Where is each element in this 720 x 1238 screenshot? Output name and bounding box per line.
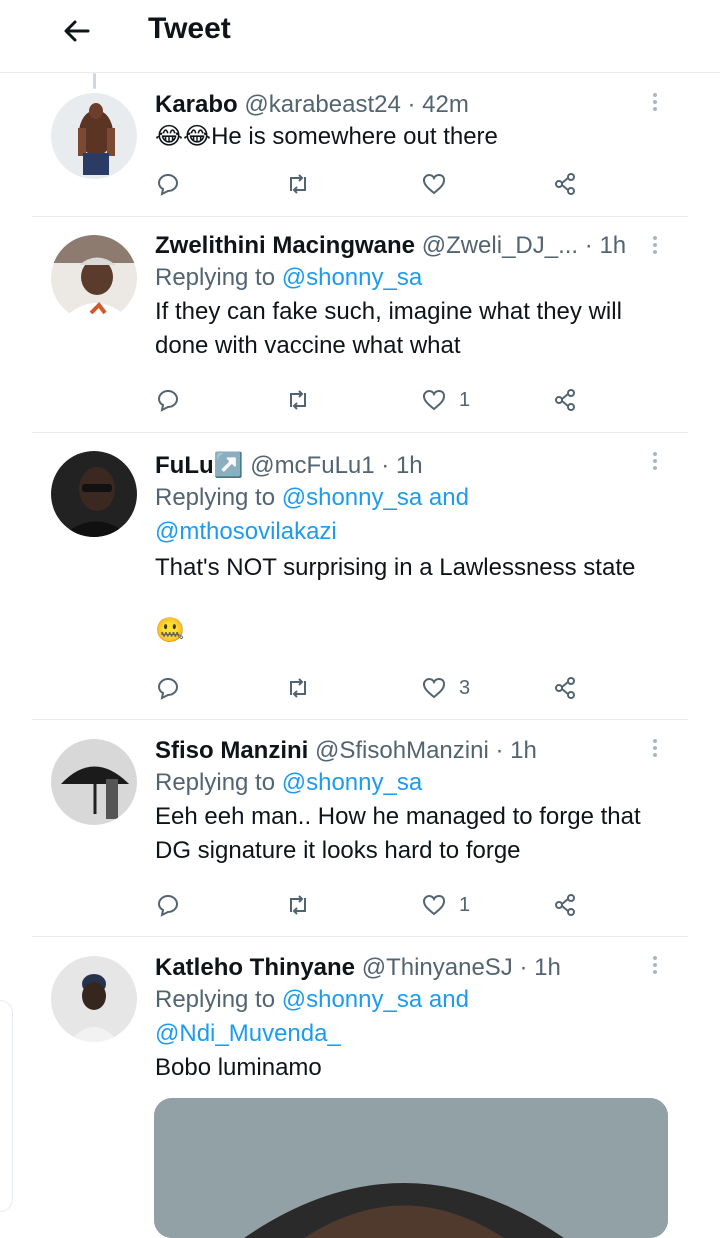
display-name[interactable]: FuLu↗️ bbox=[155, 452, 244, 479]
retweet-button[interactable] bbox=[285, 167, 311, 201]
timestamp[interactable]: · 1h bbox=[585, 232, 626, 259]
top-bar: Tweet bbox=[0, 0, 720, 73]
edge-handle[interactable] bbox=[0, 1000, 13, 1212]
like-icon bbox=[422, 389, 446, 411]
replying-to-2: @Ndi_Muvenda_ bbox=[155, 1017, 658, 1051]
retweet-button[interactable] bbox=[285, 383, 311, 417]
share-button[interactable] bbox=[553, 671, 579, 705]
arrow-left-icon bbox=[64, 20, 90, 42]
like-button[interactable]: 1 bbox=[421, 383, 470, 417]
reply-icon bbox=[157, 895, 178, 917]
tweet-header: Katleho Thinyane @ThinyaneSJ · 1h bbox=[155, 953, 658, 983]
more-icon[interactable] bbox=[652, 236, 658, 257]
retweet-icon bbox=[290, 895, 306, 915]
display-name[interactable]: Zwelithini Macingwane bbox=[155, 232, 415, 259]
like-button[interactable]: 1 bbox=[421, 888, 470, 922]
replying-to: Replying to @shonny_sa and bbox=[155, 484, 469, 511]
more-icon[interactable] bbox=[652, 739, 658, 760]
tweet-header: Sfiso Manzini @SfisohManzini · 1h bbox=[155, 736, 658, 766]
share-button[interactable] bbox=[553, 383, 579, 417]
tweet-header: Zwelithini Macingwane @Zweli_DJ_... · 1h bbox=[155, 231, 658, 261]
timestamp[interactable]: · 1h bbox=[495, 737, 536, 764]
username[interactable]: @ThinyaneSJ bbox=[362, 954, 513, 981]
avatar[interactable] bbox=[51, 451, 137, 537]
mention-link[interactable]: @mthosovilakazi bbox=[155, 518, 337, 545]
avatar[interactable] bbox=[51, 956, 137, 1042]
timestamp[interactable]: · 1h bbox=[519, 954, 560, 981]
display-name[interactable]: Karabo bbox=[155, 91, 238, 118]
more-icon[interactable] bbox=[652, 93, 658, 114]
reply-icon bbox=[157, 174, 178, 196]
tweet-emoji: 🤐 bbox=[155, 617, 185, 644]
tweet-text: 😂😂He is somewhere out there bbox=[155, 123, 498, 150]
like-icon bbox=[422, 677, 446, 699]
tweet-item[interactable]: Sfiso Manzini @SfisohManzini · 1h Replyi… bbox=[32, 719, 688, 937]
reply-button[interactable] bbox=[155, 167, 181, 201]
retweet-icon bbox=[290, 174, 306, 194]
tweet-text: If they can fake such, imagine what they… bbox=[155, 298, 622, 359]
reply-icon bbox=[157, 678, 178, 700]
avatar[interactable] bbox=[51, 235, 137, 321]
replying-to: Replying to @shonny_sa bbox=[155, 264, 423, 291]
page-title: Tweet bbox=[148, 12, 231, 45]
like-count: 1 bbox=[459, 893, 471, 916]
reply-button[interactable] bbox=[155, 888, 181, 922]
like-button[interactable]: 3 bbox=[421, 671, 470, 705]
tweet-text: Bobo luminamo bbox=[155, 1054, 322, 1081]
timestamp[interactable]: · 1h bbox=[381, 452, 422, 479]
tweet-header: FuLu↗️ @mcFuLu1 · 1h bbox=[155, 451, 658, 481]
share-button[interactable] bbox=[553, 888, 579, 922]
share-icon bbox=[555, 677, 575, 699]
share-button[interactable] bbox=[553, 167, 579, 201]
back-arrow-icon[interactable] bbox=[60, 14, 94, 48]
reply-button[interactable] bbox=[155, 383, 181, 417]
reply-button[interactable] bbox=[155, 671, 181, 705]
display-name[interactable]: Sfiso Manzini bbox=[155, 737, 308, 764]
share-icon bbox=[555, 173, 575, 195]
mention-link[interactable]: @shonny_sa and bbox=[282, 484, 469, 511]
like-icon bbox=[422, 894, 446, 916]
replying-to: Replying to @shonny_sa and bbox=[155, 986, 469, 1013]
tweet-text: Eeh eeh man.. How he managed to forge th… bbox=[155, 803, 641, 864]
timestamp[interactable]: · 42m bbox=[408, 91, 469, 118]
mention-link[interactable]: @shonny_sa bbox=[282, 264, 422, 291]
tweet-text: That's NOT surprising in a Lawlessness s… bbox=[155, 554, 636, 581]
like-icon bbox=[422, 173, 446, 195]
mention-link[interactable]: @shonny_sa and bbox=[282, 986, 469, 1013]
like-count: 3 bbox=[459, 676, 471, 699]
tweet-header: Karabo @karabeast24 · 42m bbox=[155, 90, 658, 120]
username[interactable]: @SfisohManzini bbox=[315, 737, 489, 764]
more-icon[interactable] bbox=[652, 956, 658, 977]
replying-to: Replying to @shonny_sa bbox=[155, 769, 423, 796]
retweet-icon bbox=[290, 678, 306, 698]
tweet-item[interactable]: Karabo @karabeast24 · 42m 😂😂He is somewh… bbox=[32, 73, 688, 217]
username[interactable]: @mcFuLu1 bbox=[250, 452, 374, 479]
tweet-image[interactable] bbox=[154, 1098, 668, 1238]
display-name[interactable]: Katleho Thinyane bbox=[155, 954, 355, 981]
retweet-button[interactable] bbox=[285, 671, 311, 705]
share-icon bbox=[555, 389, 575, 411]
like-count: 1 bbox=[459, 388, 471, 411]
tweet-item[interactable]: Zwelithini Macingwane @Zweli_DJ_... · 1h… bbox=[32, 216, 688, 433]
more-icon[interactable] bbox=[652, 452, 658, 473]
like-button[interactable] bbox=[421, 167, 459, 201]
share-icon bbox=[555, 894, 575, 916]
username[interactable]: @karabeast24 bbox=[244, 91, 400, 118]
mention-link[interactable]: @shonny_sa bbox=[282, 769, 422, 796]
avatar[interactable] bbox=[51, 93, 137, 179]
tweet-item[interactable]: FuLu↗️ @mcFuLu1 · 1h Replying to @shonny… bbox=[32, 432, 688, 720]
username[interactable]: @Zweli_DJ_... bbox=[422, 232, 578, 259]
avatar[interactable] bbox=[51, 739, 137, 825]
thread-line bbox=[93, 73, 96, 89]
retweet-button[interactable] bbox=[285, 888, 311, 922]
reply-icon bbox=[157, 390, 178, 412]
replying-to-2: @mthosovilakazi bbox=[155, 515, 658, 549]
retweet-icon bbox=[290, 390, 306, 410]
mention-link[interactable]: @Ndi_Muvenda_ bbox=[155, 1020, 341, 1047]
